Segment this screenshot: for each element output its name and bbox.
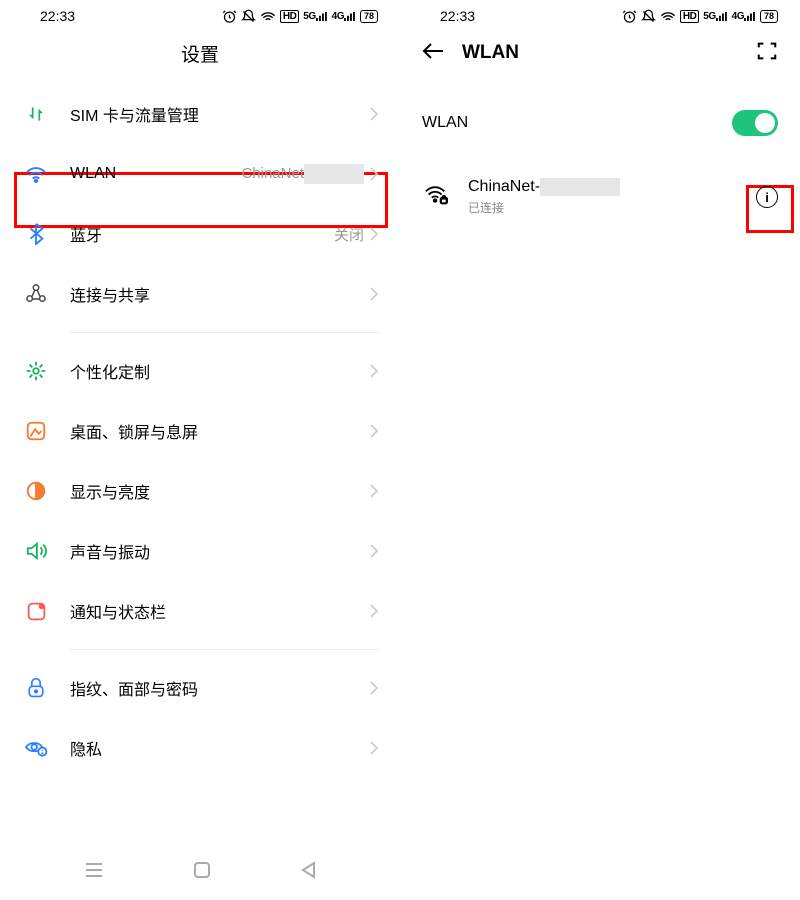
- personalize-icon: [22, 360, 50, 382]
- row-label: 声音与振动: [70, 539, 370, 563]
- chevron-right-icon: [370, 604, 378, 618]
- wifi-lock-icon: [422, 184, 450, 211]
- signal-5g: 5G: [303, 11, 327, 22]
- row-label: 连接与共享: [70, 282, 370, 306]
- sim-icon: [22, 104, 50, 124]
- row-label: 通知与状态栏: [70, 599, 370, 623]
- chevron-right-icon: [370, 287, 378, 301]
- status-time: 22:33: [440, 8, 475, 24]
- chevron-right-icon: [370, 484, 378, 498]
- chevron-right-icon: [370, 424, 378, 438]
- hd-icon: HD: [680, 10, 699, 23]
- row-sim-data[interactable]: SIM 卡与流量管理: [0, 84, 400, 144]
- wifi-icon: [260, 10, 276, 23]
- hd-icon: HD: [280, 10, 299, 23]
- signal-5g: 5G: [703, 11, 727, 22]
- chevron-right-icon: [370, 544, 378, 558]
- statusbar-left: 22:33 HD 5G 4G 78: [0, 0, 400, 28]
- row-bluetooth[interactable]: 蓝牙 关闭: [0, 204, 400, 264]
- row-label: 显示与亮度: [70, 479, 370, 503]
- row-label: SIM 卡与流量管理: [70, 102, 370, 126]
- wlan-toggle-row: WLAN: [400, 96, 800, 150]
- network-name: ChinaNet-: [468, 178, 620, 196]
- row-label: 指纹、面部与密码: [70, 676, 370, 700]
- row-personalization[interactable]: 个性化定制: [0, 341, 400, 401]
- nav-home-icon[interactable]: [193, 861, 211, 884]
- dnd-icon: [241, 9, 256, 24]
- chevron-right-icon: [370, 227, 378, 241]
- chevron-right-icon: [370, 364, 378, 378]
- android-navbar: [0, 855, 400, 890]
- nav-recent-icon[interactable]: [84, 862, 104, 883]
- row-label: 桌面、锁屏与息屏: [70, 419, 370, 443]
- settings-list: SIM 卡与流量管理 WLAN ChinaNet 蓝牙 关闭 连接与共享: [0, 84, 400, 778]
- privacy-icon: [22, 738, 50, 758]
- signal-4g: 4G: [332, 11, 356, 22]
- row-desktop-lock[interactable]: 桌面、锁屏与息屏: [0, 401, 400, 461]
- row-value: ChinaNet: [241, 164, 364, 184]
- row-notification[interactable]: 通知与状态栏: [0, 581, 400, 641]
- row-connect-share[interactable]: 连接与共享: [0, 264, 400, 324]
- status-time: 22:33: [40, 8, 75, 24]
- row-display[interactable]: 显示与亮度: [0, 461, 400, 521]
- alarm-icon: [622, 9, 637, 24]
- row-label: 隐私: [70, 736, 370, 760]
- divider: [70, 649, 380, 650]
- row-privacy[interactable]: 隐私: [0, 718, 400, 778]
- settings-screen: 22:33 HD 5G 4G 78 设置 SIM 卡与流量管理 WL: [0, 0, 400, 900]
- back-button[interactable]: [422, 42, 444, 65]
- status-icons: HD 5G 4G 78: [622, 9, 778, 24]
- network-info-button[interactable]: i: [756, 186, 778, 208]
- dnd-icon: [641, 9, 656, 24]
- chevron-right-icon: [370, 107, 378, 121]
- row-sound[interactable]: 声音与振动: [0, 521, 400, 581]
- wlan-header: WLAN: [400, 28, 800, 78]
- statusbar-right: 22:33 HD 5G 4G 78: [400, 0, 800, 28]
- chevron-right-icon: [370, 681, 378, 695]
- wlan-screen: 22:33 HD 5G 4G 78 WLAN WLAN ChinaNet-: [400, 0, 800, 900]
- network-status: 已连接: [468, 199, 620, 216]
- sound-icon: [22, 541, 50, 561]
- alarm-icon: [222, 9, 237, 24]
- divider: [70, 332, 380, 333]
- wlan-toggle-label: WLAN: [422, 114, 468, 132]
- chevron-right-icon: [370, 741, 378, 755]
- bluetooth-icon: [22, 223, 50, 245]
- wifi-icon: [22, 165, 50, 183]
- nav-back-icon[interactable]: [300, 861, 316, 884]
- notification-icon: [22, 601, 50, 622]
- desktop-icon: [22, 420, 50, 442]
- brightness-icon: [22, 480, 50, 502]
- row-biometrics[interactable]: 指纹、面部与密码: [0, 658, 400, 718]
- lock-icon: [22, 677, 50, 699]
- wifi-icon: [660, 10, 676, 23]
- status-icons: HD 5G 4G 78: [222, 9, 378, 24]
- battery-icon: 78: [360, 10, 378, 23]
- row-wlan[interactable]: WLAN ChinaNet: [0, 144, 400, 204]
- connected-network-row[interactable]: ChinaNet- 已连接 i: [400, 168, 800, 226]
- chevron-right-icon: [370, 167, 378, 181]
- row-label: WLAN: [70, 165, 241, 183]
- wlan-toggle[interactable]: [732, 110, 778, 136]
- qr-scan-button[interactable]: [756, 40, 778, 67]
- page-title: 设置: [0, 40, 400, 67]
- battery-icon: 78: [760, 10, 778, 23]
- row-label: 蓝牙: [70, 222, 334, 246]
- share-icon: [22, 284, 50, 304]
- row-label: 个性化定制: [70, 359, 370, 383]
- settings-header: 设置: [0, 28, 400, 78]
- signal-4g: 4G: [732, 11, 756, 22]
- row-value: 关闭: [334, 224, 364, 245]
